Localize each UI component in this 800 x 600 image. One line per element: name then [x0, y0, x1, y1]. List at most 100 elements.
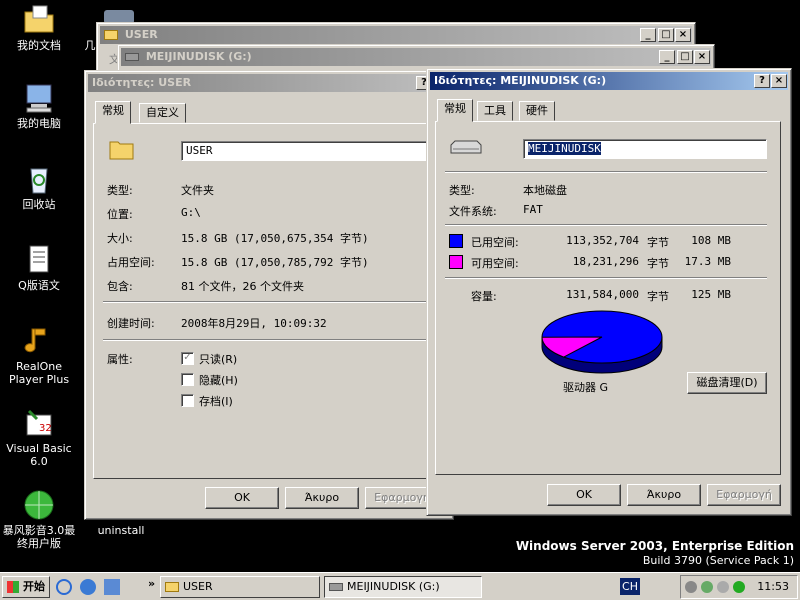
ok-button[interactable]: OK	[547, 484, 621, 506]
used-space-label: 已用空间:	[471, 236, 519, 249]
cancel-button[interactable]: Άκυρο	[627, 484, 701, 506]
archive-label[interactable]: 存档(I)	[199, 393, 233, 409]
folder-icon	[104, 30, 118, 40]
used-space-swatch	[449, 234, 463, 248]
divider	[445, 277, 767, 279]
recycle-bin-icon	[23, 163, 55, 195]
desktop-icon-vb6[interactable]: 32 Visual Basic 6.0	[0, 407, 78, 468]
document-icon	[23, 244, 55, 276]
user-properties-dialog[interactable]: Ιδιότητες: USER ? 常规 自定义 USER 类型: 文件夹 位置…	[84, 70, 454, 520]
disk-properties-dialog[interactable]: Ιδιότητες: MEIJINUDISK (G:) ? × 常规 工具 硬件…	[426, 68, 792, 516]
minimize-button[interactable]: _	[659, 50, 675, 64]
window-title: MEIJINUDISK (G:)	[145, 50, 252, 63]
clock[interactable]: 11:53	[757, 580, 789, 593]
tray-network-icon[interactable]	[685, 581, 697, 593]
minimize-button[interactable]: _	[640, 28, 656, 42]
system-tray: 11:53	[680, 575, 798, 599]
drive-icon	[449, 139, 483, 160]
type-label: 类型:	[449, 184, 475, 197]
help-button[interactable]: ?	[754, 74, 770, 88]
computer-icon	[23, 82, 55, 114]
maximize-button[interactable]: □	[658, 28, 674, 42]
free-space-label: 可用空间:	[471, 257, 519, 270]
created-label: 创建时间:	[107, 317, 155, 330]
desktop-icon-label: RealOne Player Plus	[8, 360, 70, 386]
music-note-icon	[23, 325, 55, 357]
capacity-unit: 字节	[647, 290, 669, 303]
quicklaunch-chevron[interactable]: »	[148, 577, 155, 590]
taskbar-item-meijinudisk[interactable]: MEIJINUDISK (G:)	[324, 576, 482, 598]
size-value: 15.8 GB (17,050,675,354 字节)	[181, 232, 369, 245]
title-bar[interactable]: Ιδιότητες: USER ?	[88, 74, 450, 92]
quicklaunch-ie-icon[interactable]	[56, 579, 72, 595]
start-label: 开始	[23, 580, 45, 593]
free-space-size: 17.3 MB	[684, 255, 731, 268]
desktop-icon-label: Visual Basic 6.0	[6, 442, 72, 468]
tray-app-icon[interactable]	[701, 581, 713, 593]
desktop-icon-label: 几	[84, 39, 96, 52]
desktop-icon-baofeng[interactable]: 暴风影音3.0最终用户版	[0, 489, 78, 550]
tab-general[interactable]: 常规	[95, 101, 131, 124]
close-button[interactable]: ×	[675, 28, 691, 42]
archive-checkbox[interactable]	[181, 394, 194, 407]
folder-name-input[interactable]: USER	[181, 141, 431, 161]
tray-sync-icon[interactable]	[717, 581, 729, 593]
tab-tools[interactable]: 工具	[477, 101, 513, 121]
ok-button[interactable]: OK	[205, 487, 279, 509]
desktop-icon-my-computer[interactable]: 我的电脑	[0, 82, 78, 130]
desktop-icon-q-chinese[interactable]: Q版语文	[0, 244, 78, 292]
disk-usage-pie-chart	[541, 310, 663, 374]
drive-icon	[125, 53, 139, 61]
tab-general[interactable]: 常规	[437, 99, 473, 122]
title-bar[interactable]: Ιδιότητες: MEIJINUDISK (G:) ? ×	[430, 72, 788, 90]
tab-hardware[interactable]: 硬件	[519, 101, 555, 121]
size-on-disk-label: 占用空间:	[107, 256, 155, 269]
hidden-label[interactable]: 隐藏(H)	[199, 372, 238, 388]
taskbar-item-user[interactable]: USER	[160, 576, 320, 598]
dialog-title: Ιδιότητες: USER	[92, 76, 192, 89]
size-on-disk-value: 15.8 GB (17,050,785,792 字节)	[181, 256, 369, 269]
visual-basic-icon: 32	[23, 407, 55, 439]
type-value: 本地磁盘	[523, 184, 567, 197]
quicklaunch-media-icon[interactable]	[80, 579, 96, 595]
quicklaunch-app-icon[interactable]	[104, 579, 120, 595]
windows-logo-icon	[7, 581, 19, 593]
free-space-bytes: 18,231,296	[572, 255, 639, 268]
divider	[103, 301, 429, 303]
type-value: 文件夹	[181, 184, 214, 197]
disk-cleanup-button[interactable]: 磁盘清理(D)	[687, 372, 767, 394]
tab-custom[interactable]: 自定义	[139, 103, 186, 123]
hidden-checkbox[interactable]	[181, 373, 194, 386]
desktop-icon-my-documents[interactable]: 我的文档	[0, 4, 78, 52]
readonly-checkbox[interactable]: ✓	[181, 352, 194, 365]
close-button[interactable]: ×	[771, 74, 787, 88]
attributes-label: 属性:	[107, 353, 133, 366]
maximize-button[interactable]: □	[677, 50, 693, 64]
desktop-icon-recycle-bin[interactable]: 回收站	[0, 163, 78, 211]
folder-icon	[165, 582, 179, 592]
created-value: 2008年8月29日, 10:09:32	[181, 317, 327, 330]
close-button[interactable]: ×	[694, 50, 710, 64]
used-space-size: 108 MB	[691, 234, 731, 247]
dialog-title: Ιδιότητες: MEIJINUDISK (G:)	[434, 74, 607, 87]
title-bar[interactable]: USER _ □ ×	[100, 26, 692, 44]
cancel-button[interactable]: Άκυρο	[285, 487, 359, 509]
svg-text:32: 32	[39, 423, 52, 434]
tray-check-icon[interactable]	[733, 581, 745, 593]
type-label: 类型:	[107, 184, 133, 197]
free-space-swatch	[449, 255, 463, 269]
size-label: 大小:	[107, 232, 133, 245]
readonly-label[interactable]: 只读(R)	[199, 351, 237, 367]
contains-label: 包含:	[107, 280, 133, 293]
desktop-icon-realone[interactable]: RealOne Player Plus	[0, 325, 78, 386]
volume-label-input[interactable]: MEIJINUDISK	[523, 139, 767, 159]
contains-value: 81 个文件，26 个文件夹	[181, 280, 304, 293]
os-build-text: Build 3790 (Service Pack 1)	[642, 554, 794, 567]
start-button[interactable]: 开始	[2, 576, 50, 598]
drive-icon	[329, 583, 343, 591]
taskbar-item-label: USER	[183, 580, 213, 593]
language-indicator[interactable]: CH	[620, 578, 640, 595]
title-bar[interactable]: MEIJINUDISK (G:) _ □ ×	[121, 48, 711, 66]
apply-button[interactable]: Εφαρμογή	[707, 484, 781, 506]
capacity-size: 125 MB	[691, 288, 731, 301]
